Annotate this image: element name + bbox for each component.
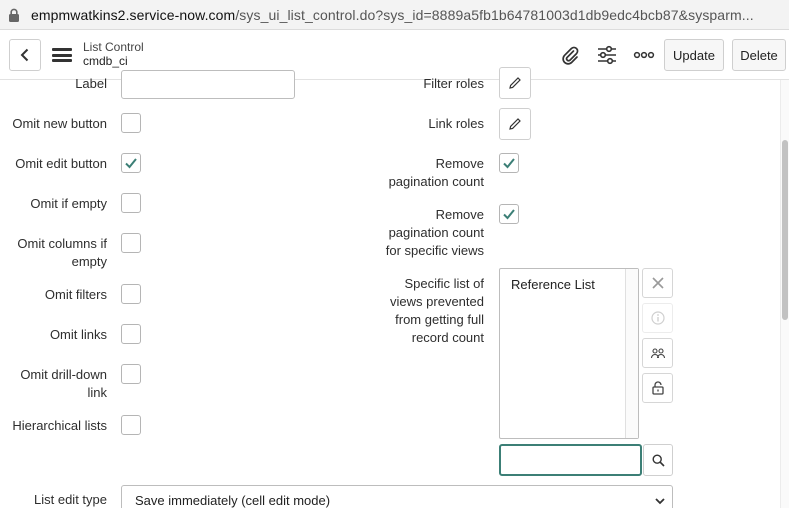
unlock-button[interactable] [642,373,673,403]
remove-pagination-specific-line1: Remove [435,207,484,222]
delete-button[interactable]: Delete [732,39,786,71]
users-button[interactable] [642,338,673,368]
info-button[interactable] [642,303,673,333]
list-edit-type-value: Save immediately (cell edit mode) [135,493,331,508]
menu-icon[interactable] [52,48,72,62]
label-field-label: Label [75,76,107,91]
close-icon [651,277,664,289]
specific-list-line2: views prevented [390,294,484,309]
remove-pagination-count-checkbox[interactable] [499,153,519,173]
filter-roles-edit-button[interactable] [499,67,531,99]
omit-links-label: Omit links [49,327,107,342]
back-icon [20,48,29,62]
page-scrollbar-thumb[interactable] [782,140,788,320]
omit-if-empty-label: Omit if empty [30,196,107,211]
omit-filters-label: Omit filters [44,287,107,302]
checkmark-icon [503,209,515,220]
info-icon [650,311,665,325]
list-option[interactable]: Reference List [511,277,595,292]
lock-icon [9,8,19,22]
remove-pagination-specific-label: Remove pagination count for specific vie… [330,206,484,260]
remove-pagination-count-label: Remove pagination count [330,155,484,191]
checkmark-icon [503,158,515,169]
back-button[interactable] [9,39,41,71]
omit-new-button-checkbox[interactable] [121,113,141,133]
omit-if-empty-checkbox[interactable] [121,193,141,213]
list-scrollbar[interactable] [625,269,638,438]
remove-button[interactable] [642,268,673,298]
attachment-icon[interactable] [559,44,581,66]
more-icon[interactable] [633,44,655,66]
remove-pagination-count-line1: Remove [435,156,484,171]
hierarchical-lists-label: Hierarchical lists [12,418,107,433]
url-text[interactable]: empmwatkins2.service-now.com/sys_ui_list… [31,7,754,23]
unlock-icon [651,381,664,395]
omit-links-checkbox[interactable] [121,324,141,344]
omit-drill-down-link-label-line1: Omit drill-down [20,367,107,382]
specific-list-line1: Specific list of [404,276,484,291]
reference-search-button[interactable] [643,444,673,476]
url-path: /sys_ui_list_control.do?sys_id=8889a5fb1… [235,7,754,23]
search-icon [651,453,665,467]
link-roles-label: Link roles [428,116,484,131]
checkmark-icon [125,158,137,169]
omit-drill-down-link-label: Omit drill-down link [0,366,107,402]
url-host: empmwatkins2.service-now.com [31,7,236,23]
list-edit-type-label: List edit type [34,492,107,507]
hierarchical-lists-checkbox[interactable] [121,415,141,435]
label-input[interactable] [121,70,295,99]
users-icon [650,348,665,359]
omit-edit-button-checkbox[interactable] [121,153,141,173]
omit-drill-down-link-label-line2: link [87,385,107,400]
browser-url-bar[interactable]: empmwatkins2.service-now.com/sys_ui_list… [0,0,789,30]
link-roles-edit-button[interactable] [499,108,531,140]
pencil-icon [509,77,521,89]
form-subtitle: cmdb_ci [83,54,128,68]
form-title: List Control [83,40,144,54]
settings-sliders-icon[interactable] [596,44,618,66]
omit-new-button-label: Omit new button [12,116,107,131]
list-edit-type-select[interactable]: Save immediately (cell edit mode) [121,485,673,508]
omit-columns-if-empty-checkbox[interactable] [121,233,141,253]
chevron-down-icon [655,498,665,505]
specific-list-line3: from getting full [395,312,484,327]
pencil-icon [509,118,521,130]
remove-pagination-count-line2: pagination count [388,174,484,189]
specific-list-line4: record count [411,330,484,345]
reference-search-input[interactable] [499,444,642,476]
update-button[interactable]: Update [664,39,724,71]
remove-pagination-specific-line2: pagination count [388,225,484,240]
omit-edit-button-label: Omit edit button [15,156,107,171]
omit-columns-if-empty-label: Omit columns if empty [0,235,107,271]
omit-columns-if-empty-label-line1: Omit columns if [17,236,107,251]
omit-drill-down-link-checkbox[interactable] [121,364,141,384]
omit-columns-if-empty-label-line2: empty [71,254,107,269]
remove-pagination-specific-line3: for specific views [385,243,484,258]
form-title-block: List Control cmdb_ci [83,40,144,68]
filter-roles-label: Filter roles [423,76,484,91]
omit-filters-checkbox[interactable] [121,284,141,304]
remove-pagination-specific-checkbox[interactable] [499,204,519,224]
form-header: List Control cmdb_ci Update Delete [0,30,789,80]
specific-list-select[interactable]: Reference List [499,268,639,439]
specific-list-label: Specific list of views prevented from ge… [330,275,484,347]
